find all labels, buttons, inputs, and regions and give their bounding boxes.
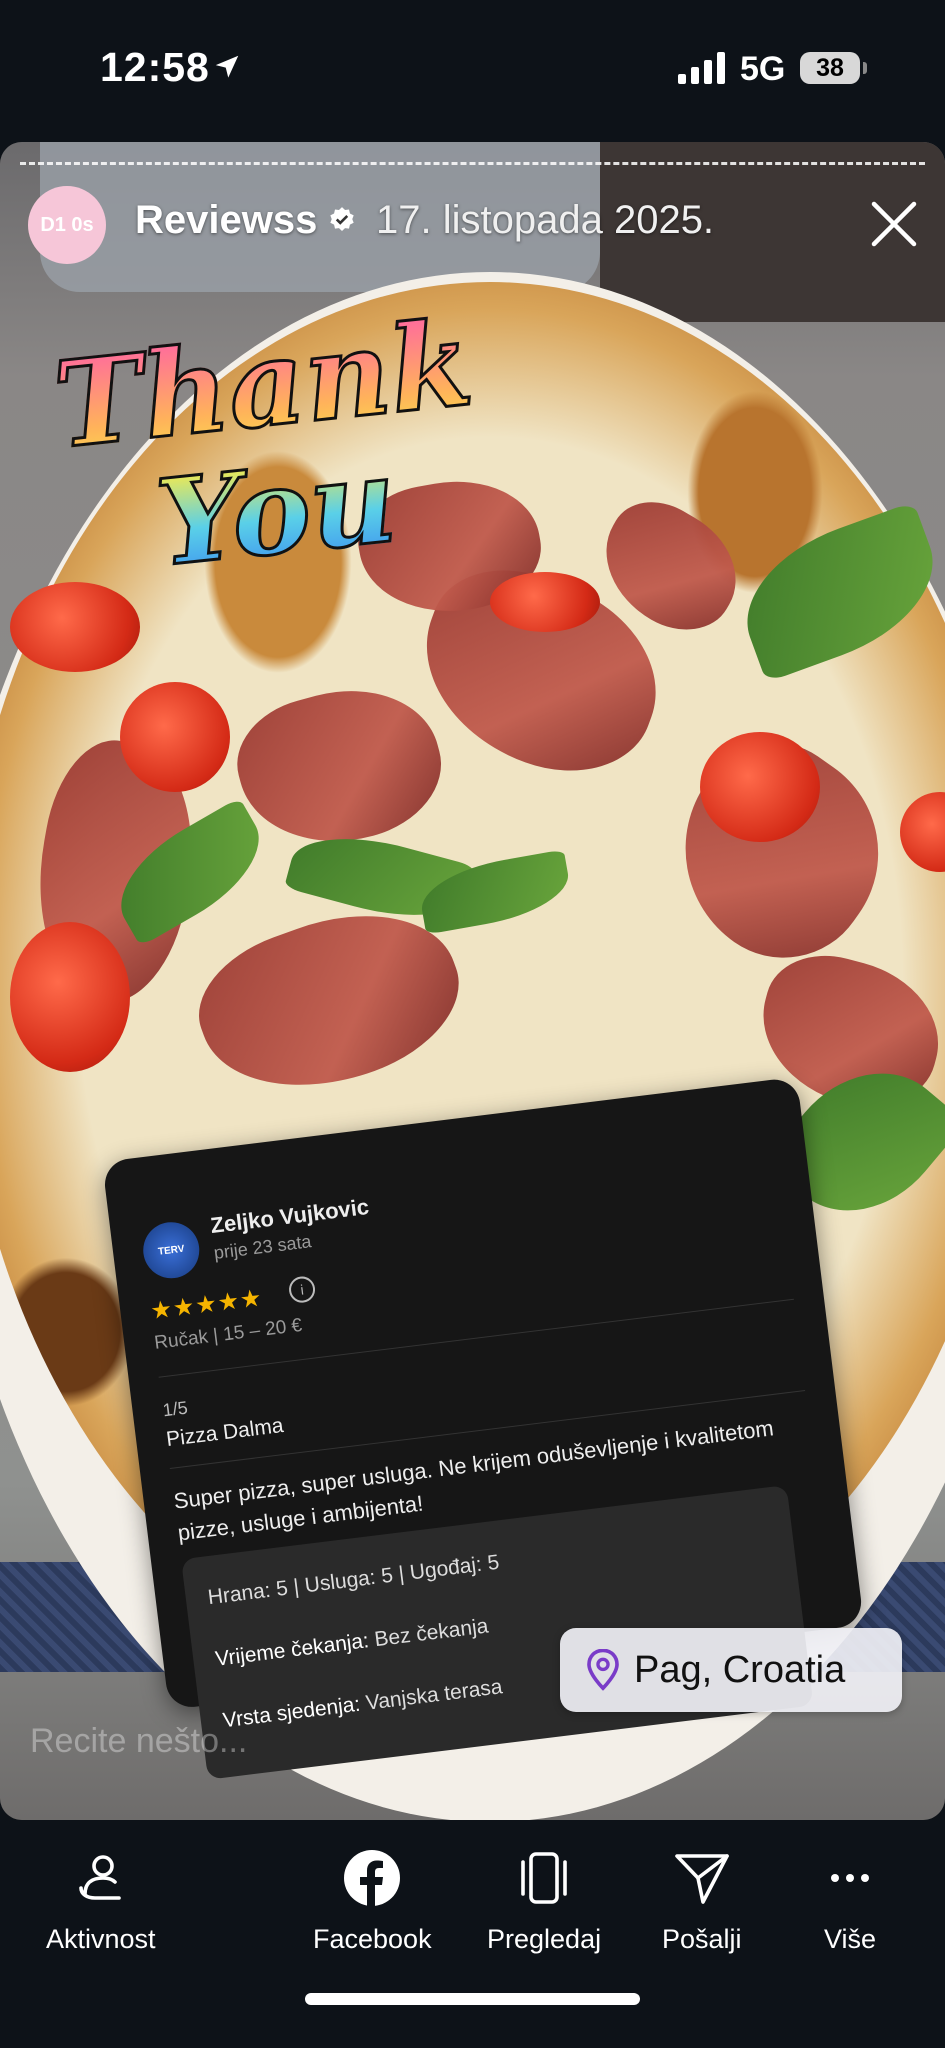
- browse-icon: [514, 1848, 574, 1908]
- send-icon: [672, 1848, 732, 1908]
- home-indicator[interactable]: [305, 1993, 640, 2005]
- nav-send[interactable]: Pošalji: [662, 1848, 742, 1955]
- nav-send-label: Pošalji: [662, 1924, 742, 1954]
- close-icon[interactable]: [868, 198, 920, 250]
- info-icon: i: [287, 1275, 317, 1305]
- dish-counter: 1/5: [161, 1397, 189, 1421]
- nav-facebook[interactable]: Facebook: [313, 1848, 432, 1955]
- bottom-action-bar: Aktivnost Facebook Pregledaj Pošalji Viš…: [0, 1820, 945, 2048]
- verified-badge-icon: [330, 207, 354, 231]
- reviewer-name: Zeljko Vujkovic: [209, 1193, 371, 1239]
- nav-facebook-label: Facebook: [313, 1924, 432, 1954]
- rating-stars: ★★★★★: [148, 1284, 264, 1326]
- nav-more[interactable]: Više: [820, 1848, 880, 1955]
- facebook-icon: [342, 1848, 402, 1908]
- location-label: Pag, Croatia: [634, 1648, 846, 1691]
- seating-value: Vanjska terasa: [364, 1675, 504, 1715]
- review-scores: Hrana: 5 | Usluga: 5 | Ugođaj: 5: [206, 1550, 501, 1610]
- seating-row: Vrsta sjedenja: Vanjska terasa: [222, 1675, 504, 1733]
- story-username[interactable]: Reviewss: [135, 198, 317, 243]
- location-pin-icon: [587, 1649, 619, 1691]
- profile-avatar[interactable]: D1 0s: [28, 186, 106, 264]
- dish-name: Pizza Dalma: [164, 1413, 285, 1452]
- location-sticker[interactable]: Pag, Croatia: [560, 1628, 902, 1712]
- status-time: 12:58: [100, 44, 210, 90]
- thank-you-sticker[interactable]: Thank You: [30, 291, 510, 680]
- wait-time-row: Vrijeme čekanja: Bez čekanja: [214, 1614, 490, 1671]
- battery-icon: 38: [800, 52, 860, 84]
- reviewer-avatar: TERV: [140, 1219, 203, 1282]
- nav-more-label: Više: [823, 1924, 877, 1954]
- story-date: 17. listopada 2025.: [376, 198, 715, 242]
- nav-activity-label: Aktivnost: [46, 1924, 156, 1954]
- reply-input[interactable]: Recite nešto...: [30, 1722, 247, 1761]
- nav-browse-label: Pregledaj: [487, 1924, 602, 1954]
- story-viewer[interactable]: D1 0s Reviewss 17. listopada 2025. Thank…: [0, 142, 945, 1820]
- cellular-signal-icon: [678, 52, 725, 84]
- nav-browse[interactable]: Pregledaj: [487, 1848, 601, 1955]
- story-progress-bar: [20, 162, 925, 165]
- battery-tip: [863, 62, 867, 74]
- network-type: 5G: [740, 50, 786, 88]
- activity-icon: [71, 1848, 131, 1908]
- more-icon: [820, 1848, 880, 1908]
- wait-time-label: Vrijeme čekanja:: [214, 1629, 371, 1671]
- nav-activity[interactable]: Aktivnost: [46, 1848, 156, 1955]
- status-bar: 12:58 5G 38: [0, 0, 945, 140]
- wait-time-value: Bez čekanja: [373, 1614, 490, 1652]
- location-arrow-icon: [215, 55, 239, 78]
- review-card[interactable]: TERV Zeljko Vujkovic prije 23 sata ★★★★★…: [102, 1076, 865, 1780]
